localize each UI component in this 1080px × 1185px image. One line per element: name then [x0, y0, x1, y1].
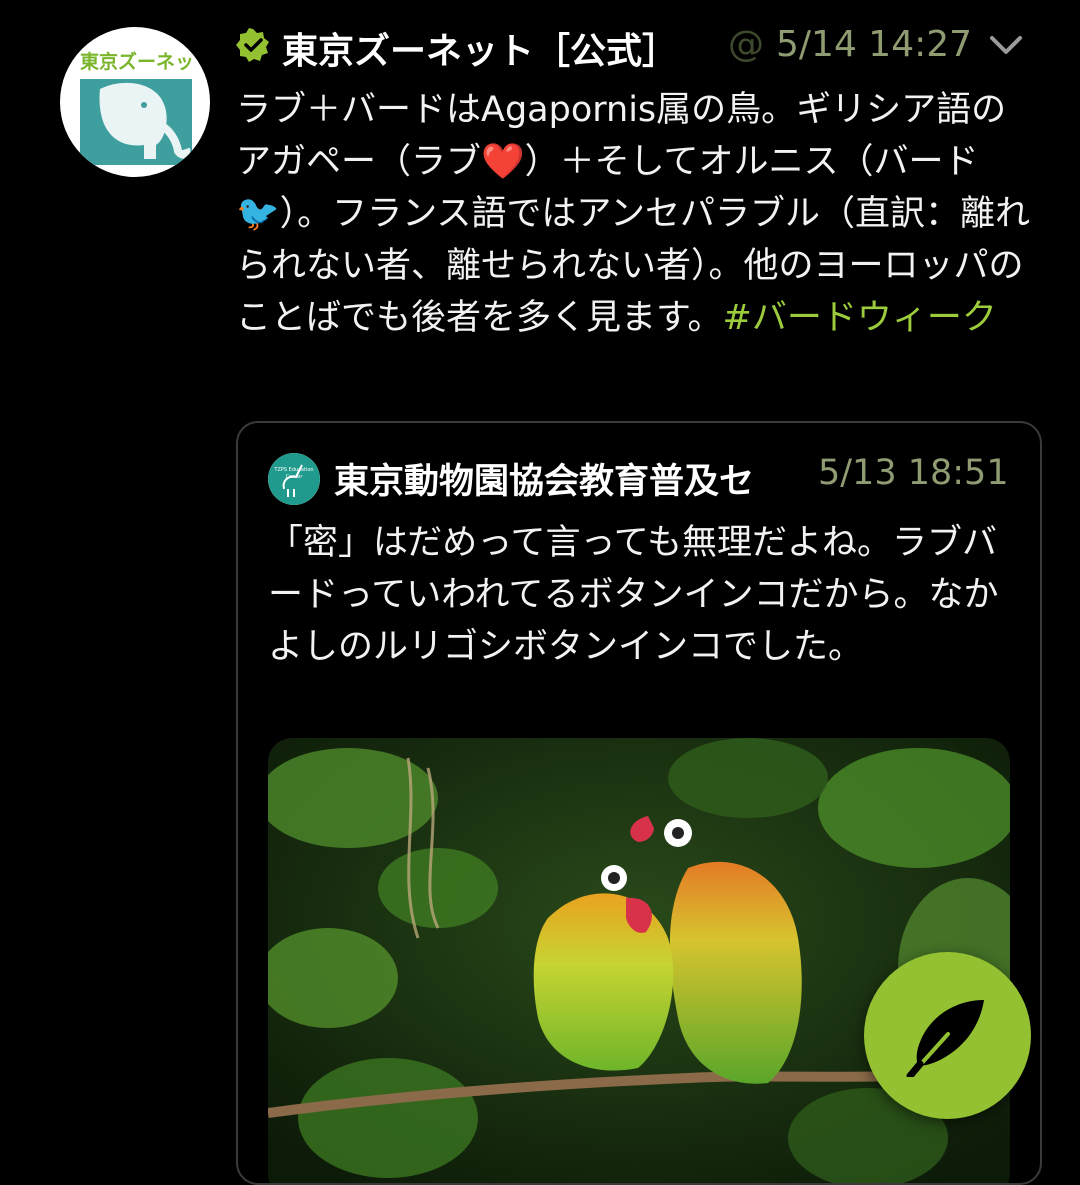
- tweet-text: ラブ＋バードはAgapornis属の鳥。ギリシア語のアガペー（ラブ❤️）＋そして…: [236, 84, 1036, 344]
- tweet-header: 東京ズーネット［公式］ @ 5/14 14:27: [236, 14, 1036, 72]
- compose-tweet-button[interactable]: [864, 952, 1031, 1119]
- quoted-tweet-image[interactable]: [268, 738, 1010, 1183]
- education-center-logo-text: TZPS Education Center: [274, 467, 314, 480]
- author-avatar[interactable]: 東京ズーネット: [60, 27, 210, 177]
- avatar-logo-text: 東京ズーネット: [80, 51, 200, 73]
- author-handle[interactable]: @: [728, 24, 764, 65]
- chevron-down-icon[interactable]: [988, 30, 1024, 60]
- feather-icon: [906, 1000, 984, 1077]
- quoted-author-name[interactable]: 東京動物園協会教育普及セ: [334, 453, 804, 504]
- quoted-tweet-text: 「密」はだめって言っても無理だよね。ラブバードっていわれてるボタンインコだから。…: [268, 523, 999, 667]
- heart-emoji-icon: ❤️: [481, 142, 525, 182]
- lovebirds-photo: [268, 738, 1010, 1183]
- author-name[interactable]: 東京ズーネット［公式］: [282, 22, 678, 74]
- bird-emoji-icon: 🐦: [236, 194, 280, 234]
- verified-badge-icon: [236, 28, 269, 62]
- tweet-text-part: ）＋そしてオルニス（バード: [524, 142, 979, 182]
- tweet-timestamp[interactable]: 5/14 14:27: [776, 24, 972, 65]
- quoted-timestamp[interactable]: 5/13 18:51: [818, 453, 1009, 493]
- hashtag-link[interactable]: #バードウィーク: [723, 298, 997, 338]
- quoted-author-avatar[interactable]: TZPS Education Center: [268, 453, 320, 505]
